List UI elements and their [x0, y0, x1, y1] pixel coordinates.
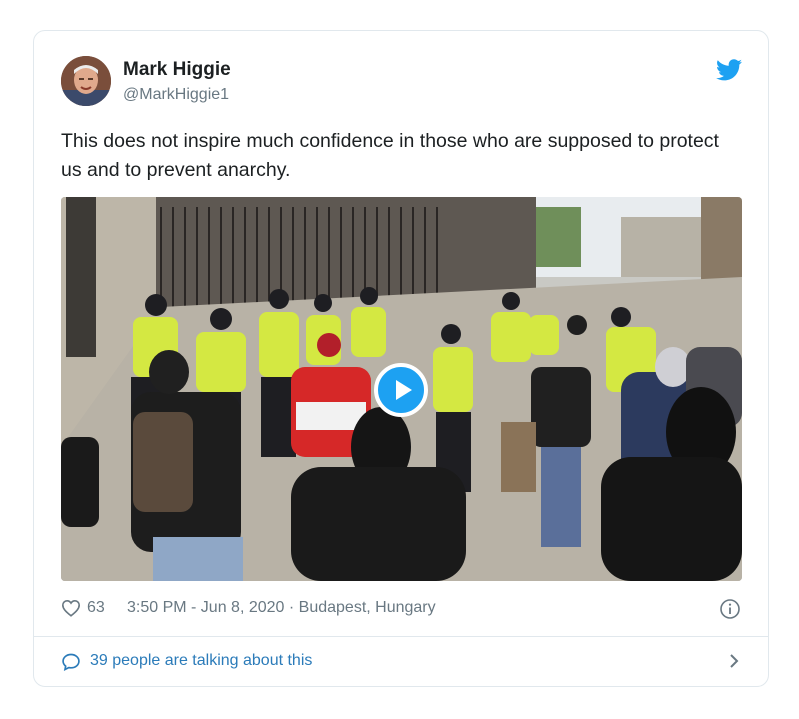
speech-bubble-icon [62, 653, 80, 672]
heart-icon[interactable] [61, 599, 81, 617]
conversation-link[interactable]: 39 people are talking about this [61, 651, 742, 673]
tweet-card: Mark Higgie @MarkHiggie1 This does not i… [33, 30, 769, 687]
divider [34, 636, 768, 637]
author-name[interactable]: Mark Higgie [123, 59, 231, 81]
conversation-label: 39 people are talking about this [90, 652, 313, 669]
tweet-text: This does not inspire much confidence in… [61, 130, 719, 181]
avatar-photo [61, 56, 111, 106]
avatar[interactable] [61, 56, 111, 106]
video-thumbnail[interactable] [61, 197, 742, 581]
play-icon [396, 380, 412, 400]
timestamp-location[interactable]: 3:50 PM - Jun 8, 2020 · Budapest, Hungar… [127, 599, 436, 617]
info-icon[interactable] [719, 598, 741, 620]
chevron-right-icon [730, 654, 739, 668]
author-handle[interactable]: @MarkHiggie1 [123, 86, 229, 104]
play-button[interactable] [374, 363, 428, 417]
like-count[interactable]: 63 [87, 599, 105, 617]
twitter-bird-icon[interactable] [716, 59, 742, 81]
tweet-meta: 63 3:50 PM - Jun 8, 2020 · Budapest, Hun… [61, 598, 742, 620]
